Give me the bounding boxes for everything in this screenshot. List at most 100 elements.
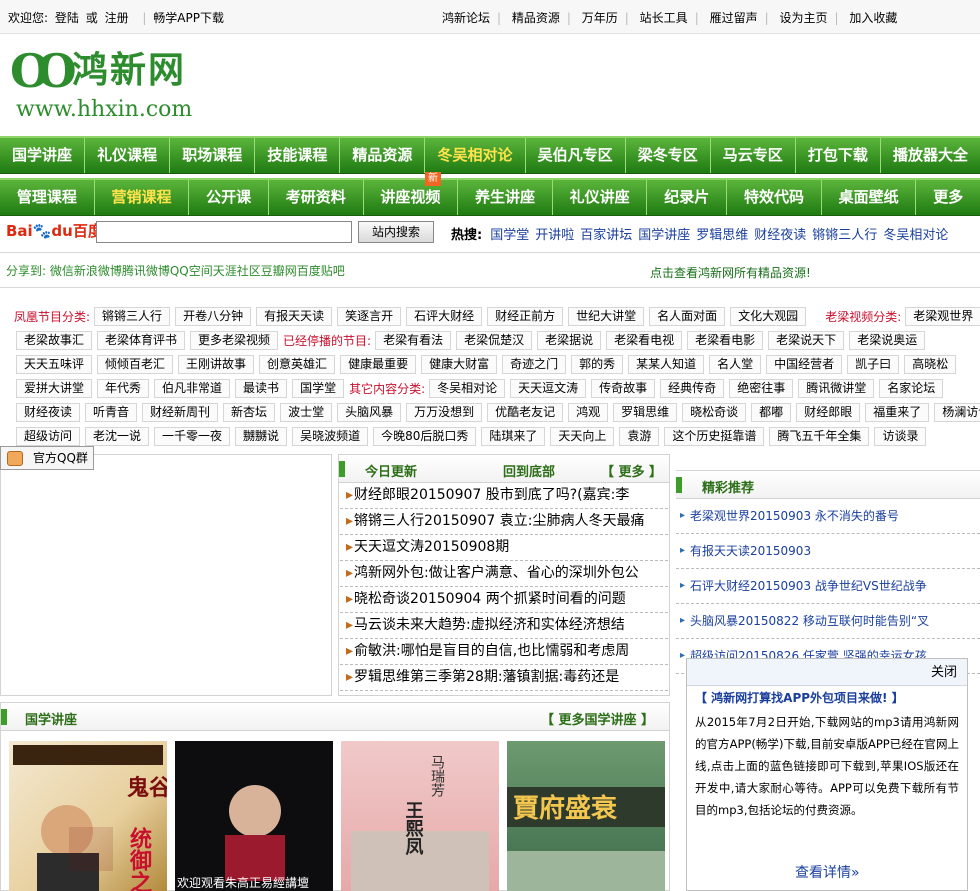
program-tag[interactable]: 名家论坛 <box>879 378 944 398</box>
program-tag[interactable]: 最读书 <box>235 378 288 398</box>
program-tag[interactable]: 天天逗文涛 <box>510 378 587 398</box>
list-item[interactable]: ▸晓松奇谈20150904 两个抓紧时间看的问题 <box>340 587 668 613</box>
program-tag[interactable]: 腾飞五千年全集 <box>769 426 870 446</box>
cover-image[interactable]: 欢迎观看朱高正易經講壇 <box>175 741 333 891</box>
site-logo[interactable]: Ꝏ 鸿新网 www.hhxin.com <box>8 42 228 124</box>
back-to-bottom-link[interactable]: 回到底部 <box>503 461 555 480</box>
program-tag[interactable]: 中国经营者 <box>766 354 843 374</box>
cover-image[interactable]: 鬼谷子 统御之道 <box>9 741 167 891</box>
program-tag[interactable]: 老梁看电影 <box>687 330 764 350</box>
nav-item[interactable]: 管理课程 <box>0 180 95 215</box>
program-tag[interactable]: 老梁体育评书 <box>97 330 186 350</box>
site-search-button[interactable]: 站内搜索 <box>358 221 434 243</box>
nav-item[interactable]: 特效代码 <box>727 180 822 215</box>
resources-link[interactable]: 精品资源 <box>512 11 560 25</box>
list-item[interactable]: ▸财经郎眼20150907 股市到底了吗?(嘉宾:李 <box>340 483 668 509</box>
program-tag[interactable]: 波士堂 <box>280 402 333 422</box>
program-tag[interactable]: 财经夜读 <box>16 402 81 422</box>
program-tag[interactable]: 新杏坛 <box>223 402 276 422</box>
program-tag[interactable]: 王刚讲故事 <box>178 354 255 374</box>
nav-item[interactable]: 马云专区 <box>711 138 796 173</box>
hot-link[interactable]: 财经夜读 <box>754 228 806 243</box>
today-more-link[interactable]: 【 更多 】 <box>601 461 662 480</box>
program-tag[interactable]: 老梁侃楚汉 <box>456 330 533 350</box>
program-tag[interactable]: 石评大财经 <box>406 306 483 326</box>
program-tag[interactable]: 万万没想到 <box>406 402 483 422</box>
list-item[interactable]: 老梁观世界20150903 永不消失的番号 <box>676 499 980 534</box>
program-tag[interactable]: 绝密往事 <box>729 378 794 398</box>
program-tag[interactable]: 头脑风暴 <box>337 402 402 422</box>
program-tag[interactable]: 老梁观世界 <box>905 306 980 326</box>
program-tag[interactable]: 老梁有看法 <box>375 330 452 350</box>
program-tag[interactable]: 奇迹之门 <box>502 354 567 374</box>
nav-item-highlight[interactable]: 营销课程 <box>95 180 190 215</box>
list-item[interactable]: ▸罗辑思维第三季第28期:藩镇割据:毒药还是 <box>340 665 668 691</box>
app-download-link[interactable]: 畅学APP下载 <box>153 11 224 25</box>
program-tag[interactable]: 年代秀 <box>97 378 150 398</box>
program-tag[interactable]: 晓松奇谈 <box>682 402 747 422</box>
guestbook-link[interactable]: 雁过留声 <box>710 11 758 25</box>
program-tag[interactable]: 凯子曰 <box>847 354 900 374</box>
program-tag[interactable]: 腾讯微讲堂 <box>798 378 875 398</box>
nav-item[interactable]: 养生讲座 <box>458 180 553 215</box>
program-tag[interactable]: 名人面对面 <box>649 306 726 326</box>
program-tag[interactable]: 伯凡非常道 <box>154 378 231 398</box>
qq-group-button[interactable]: 官方QQ群 <box>0 446 94 470</box>
program-tag[interactable]: 开卷八分钟 <box>175 306 252 326</box>
calendar-link[interactable]: 万年历 <box>582 11 618 25</box>
nav-item[interactable]: 纪录片 <box>647 180 728 215</box>
program-tag[interactable]: 名人堂 <box>709 354 762 374</box>
forum-link[interactable]: 鸿新论坛 <box>442 11 490 25</box>
nav-item[interactable]: 打包下载 <box>796 138 881 173</box>
program-tag[interactable]: 老梁看电视 <box>606 330 683 350</box>
all-resources-link[interactable]: 点击查看鸿新网所有精品资源! <box>650 264 811 281</box>
program-tag[interactable]: 财经新周刊 <box>142 402 219 422</box>
hot-link[interactable]: 百家讲坛 <box>580 228 632 243</box>
program-tag[interactable]: 冬吴相对论 <box>429 378 506 398</box>
program-tag[interactable]: 高晓松 <box>904 354 957 374</box>
popup-title[interactable]: 【 鸿新网打算找APP外包项目来做! 】 <box>687 686 967 707</box>
hot-link[interactable]: 锵锵三人行 <box>812 228 877 243</box>
program-tag[interactable]: 听青音 <box>85 402 138 422</box>
nav-item[interactable]: 播放器大全 <box>881 138 980 173</box>
program-tag[interactable]: 创意英雄汇 <box>259 354 336 374</box>
hot-link[interactable]: 开讲啦 <box>535 228 574 243</box>
program-tag[interactable]: 嬲嬲说 <box>235 426 288 446</box>
program-tag[interactable]: 老梁据说 <box>537 330 602 350</box>
search-input[interactable] <box>96 221 352 243</box>
program-tag[interactable]: 国学堂 <box>292 378 345 398</box>
program-tag[interactable]: 优酷老友记 <box>487 402 564 422</box>
program-tag[interactable]: 文化大观园 <box>730 306 807 326</box>
webmaster-tools-link[interactable]: 站长工具 <box>640 11 688 25</box>
program-tag[interactable]: 袁游 <box>619 426 660 446</box>
program-tag[interactable]: 访谈录 <box>874 426 927 446</box>
list-item[interactable]: 头脑风暴20150822 移动互联何时能告别“叉 <box>676 604 980 639</box>
nav-item[interactable]: 国学讲座 <box>0 138 86 173</box>
program-tag[interactable]: 今晚80后脱口秀 <box>373 426 477 446</box>
program-tag[interactable]: 陆琪来了 <box>481 426 546 446</box>
hot-link[interactable]: 罗辑思维 <box>696 228 748 243</box>
program-tag[interactable]: 某某人知道 <box>628 354 705 374</box>
nav-item[interactable]: 桌面壁纸 <box>822 180 917 215</box>
hot-link[interactable]: 国学讲座 <box>638 228 690 243</box>
program-tag[interactable]: 老梁说奥运 <box>849 330 926 350</box>
nav-item[interactable]: 礼仪讲座 <box>553 180 648 215</box>
program-tag[interactable]: 这个历史挺靠谱 <box>664 426 765 446</box>
cover-image[interactable]: 马瑞芳 王熙凤 <box>341 741 499 891</box>
list-item[interactable]: ▸马云谈未来大趋势:虚拟经济和实体经济想结 <box>340 613 668 639</box>
program-tag[interactable]: 财经正前方 <box>487 306 564 326</box>
nav-item[interactable]: 职场课程 <box>170 138 256 173</box>
list-item[interactable]: 石评大财经20150903 战争世纪VS世纪战争 <box>676 569 980 604</box>
login-link[interactable]: 登陆 <box>55 11 79 25</box>
list-item[interactable]: 有报天天读20150903 <box>676 534 980 569</box>
program-tag[interactable]: 有报天天读 <box>256 306 333 326</box>
program-tag[interactable]: 郭的秀 <box>571 354 624 374</box>
list-item[interactable]: ▸锵锵三人行20150907 袁立:尘肺病人冬天最痛 <box>340 509 668 535</box>
program-tag[interactable]: 天天五味评 <box>16 354 93 374</box>
list-item[interactable]: ▸天天逗文涛20150908期 <box>340 535 668 561</box>
nav-item-highlight[interactable]: 冬吴相对论 <box>425 138 526 173</box>
program-tag[interactable]: 一千零一夜 <box>154 426 231 446</box>
program-tag[interactable]: 老沈一说 <box>85 426 150 446</box>
nav-item[interactable]: 考研资料 <box>269 180 364 215</box>
program-tag[interactable]: 吴晓波频道 <box>292 426 369 446</box>
